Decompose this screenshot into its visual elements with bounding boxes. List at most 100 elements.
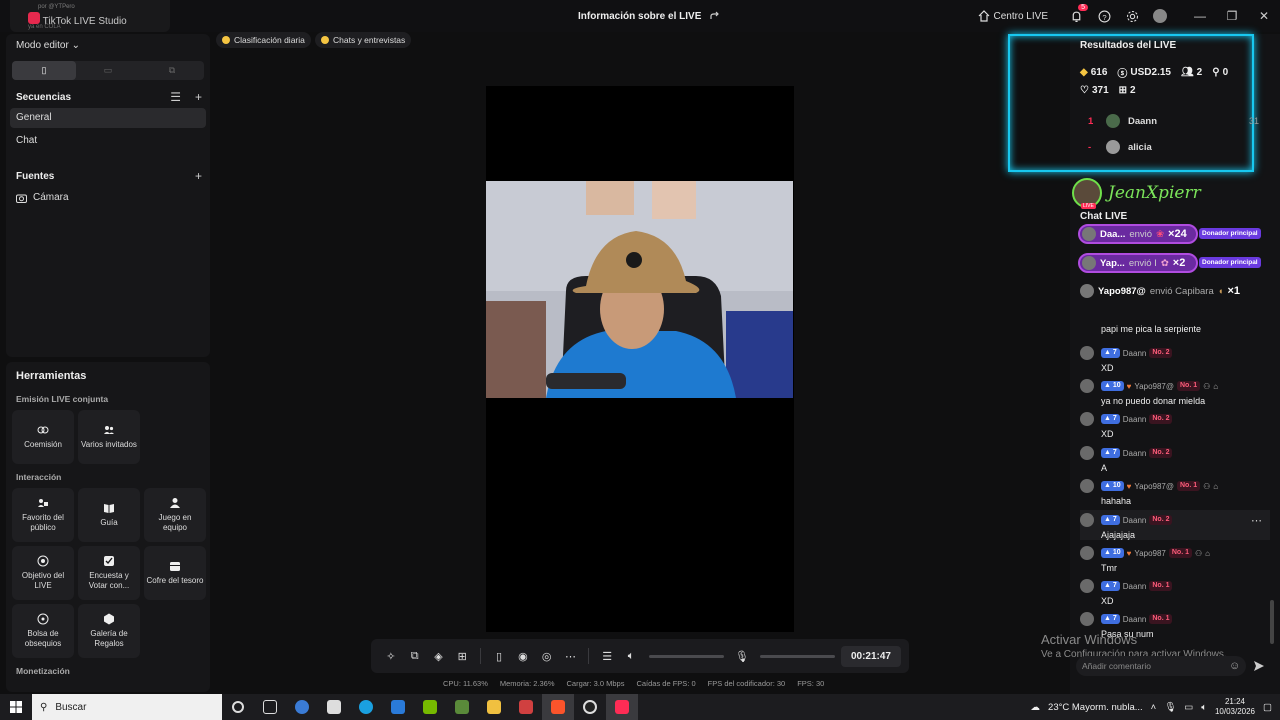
level-value: 10 [1112, 549, 1121, 556]
file-explorer-icon[interactable] [478, 694, 510, 720]
camera-toggle-icon[interactable]: ◎ [539, 648, 555, 664]
maximize-button[interactable]: ❐ [1216, 0, 1248, 32]
sequence-chat[interactable]: Chat [10, 131, 206, 151]
tool-coemision[interactable]: Coemisión [12, 410, 74, 464]
gift-notification[interactable]: Yapo987@ envió Capibara ◖ ×1 [1080, 284, 1240, 298]
tool-favorito[interactable]: Favorito del público [12, 488, 74, 542]
centro-live-button[interactable]: Centro LIVE [978, 10, 1048, 22]
chat-message[interactable]: ▲ 7 Daann No. 2 XD [1080, 346, 1270, 373]
chip-chats[interactable]: Chats y entrevistas [315, 32, 412, 48]
help-icon[interactable]: ? [1096, 8, 1112, 24]
effects-icon[interactable]: ◈ [431, 648, 447, 664]
tool-objetivo[interactable]: Objetivo del LIVE [12, 546, 74, 600]
minecraft-app-icon[interactable] [446, 694, 478, 720]
settings-sliders-icon[interactable]: ☰ [599, 648, 615, 664]
usd-stat: ⓢ USD2.15 [1117, 65, 1171, 80]
phone-icon[interactable]: ▯ [491, 648, 507, 664]
store-app-icon[interactable] [318, 694, 350, 720]
group-label-joint: Emisión LIVE conjunta [16, 394, 109, 404]
tool-juego-equipo[interactable]: Juego en equipo [144, 488, 206, 542]
send-icon[interactable] [1253, 660, 1265, 672]
cortana-icon[interactable] [222, 694, 254, 720]
dual-layout-button[interactable]: ⧉ [140, 61, 204, 80]
tool-guia[interactable]: Guía [78, 488, 140, 542]
weather-text[interactable]: 23°C Mayorm. nubla... [1048, 702, 1143, 713]
team-icon: ⚇ [1203, 381, 1211, 391]
sequence-general[interactable]: General [10, 108, 206, 128]
task-view-icon[interactable] [254, 694, 286, 720]
clock[interactable]: 21:24 10/03/2026 [1215, 697, 1255, 717]
landscape-button[interactable]: ▭ [76, 61, 140, 80]
speaker-icon[interactable]: 🔈︎ [623, 648, 639, 664]
tool-galeria[interactable]: Galería de Regalos [78, 604, 140, 658]
chat-bubble-icon [321, 36, 329, 44]
more-options-icon[interactable]: ⋯ [1251, 514, 1262, 527]
portrait-button[interactable]: ▯ [12, 61, 76, 80]
gift-action: envió Capibara [1149, 285, 1214, 297]
more-icon[interactable]: ⋯ [563, 648, 579, 664]
ranking-name: alicia [1128, 141, 1152, 153]
tool-cofre[interactable]: Cofre del tesoro [144, 546, 206, 600]
add-source-button[interactable]: + [195, 169, 202, 183]
tools-panel: Herramientas Emisión LIVE conjunta Coemi… [6, 362, 210, 692]
speedometer-app-icon[interactable] [286, 694, 318, 720]
chat-message[interactable]: ▲ 10 ♥ Yapo987@ No. 1 ⚇ ⌂ ya no puedo donar m… [1080, 379, 1270, 406]
chat-message[interactable]: ▲ 7 Daann No. 2 XD [1080, 412, 1270, 439]
add-source-icon[interactable]: ⊞ [454, 648, 470, 664]
chat-message[interactable]: ▲ 10 ♥ Yapo987 No. 1 ⚇ ⌂ Tmr [1080, 546, 1270, 573]
minimize-button[interactable]: — [1184, 0, 1216, 32]
volume-icon[interactable]: 🔈︎ [1201, 702, 1207, 713]
tool-encuesta[interactable]: Encuesta y Votar con... [78, 546, 140, 600]
microphone-icon[interactable]: 🎙︎ [734, 648, 750, 664]
level-badge: ▲ 7 [1101, 414, 1120, 424]
microphone-tray-icon[interactable]: 🎙︎ [1164, 702, 1176, 713]
ranking-row[interactable]: 1 Daann [1088, 114, 1157, 128]
home-icon [978, 10, 989, 22]
record-icon[interactable]: ◉ [515, 648, 531, 664]
gift-notification[interactable]: Yap... envió I ✿ ×2 [1078, 253, 1198, 273]
profile-avatar[interactable] [1152, 8, 1168, 24]
chat-message[interactable]: ▲ 7 Daann No. 2 ⋯ Ajajajaja [1080, 510, 1270, 540]
live-info-button[interactable]: Información sobre el LIVE [578, 10, 721, 22]
tiktok-live-studio-icon[interactable] [606, 694, 638, 720]
app-icon[interactable] [510, 694, 542, 720]
add-sequence-button[interactable]: + [195, 90, 202, 104]
mail-app-icon[interactable] [382, 694, 414, 720]
bell-icon[interactable]: 5 [1068, 4, 1088, 24]
taskbar-search[interactable]: ⚲ Buscar [32, 694, 222, 720]
notifications-icon[interactable]: ▢ [1263, 702, 1272, 713]
tool-varios-invitados[interactable]: Varios invitados [78, 410, 140, 464]
brave-browser-icon[interactable] [542, 694, 574, 720]
chat-message[interactable]: ▲ 7 Daann No. 2 A [1080, 446, 1270, 473]
editor-mode-dropdown[interactable]: Modo editor ⌄ [16, 40, 80, 51]
chat-message[interactable]: papi me pica la serpiente [1080, 320, 1270, 334]
chip-ranking[interactable]: Clasificación diaria [216, 32, 311, 48]
chat-message[interactable]: ▲ 10 ♥ Yapo987@ No. 1 ⚇ ⌂ hahaha [1080, 479, 1270, 506]
obs-app-icon[interactable] [574, 694, 606, 720]
layout-icon[interactable]: ⧉ [407, 648, 423, 664]
chat-scrollbar[interactable] [1270, 600, 1274, 644]
emoji-icon[interactable]: ☺ [1229, 660, 1240, 672]
mic-volume-slider[interactable] [759, 654, 835, 658]
source-camera[interactable]: Cámara [16, 192, 69, 203]
gear-icon[interactable] [1124, 8, 1140, 24]
chat-message[interactable]: ▲ 7 Daann No. 1 XD [1080, 579, 1270, 606]
comment-input[interactable]: Añadir comentario [1076, 656, 1246, 676]
stat-upload: Cargar: 3.0 Mbps [566, 679, 625, 688]
edge-browser-icon[interactable] [350, 694, 382, 720]
chip-label: Chats y entrevistas [333, 35, 406, 45]
speaker-volume-slider[interactable] [648, 654, 725, 658]
list-icon[interactable]: ☰ [170, 90, 181, 104]
network-icon[interactable]: ▭ [1184, 702, 1193, 713]
rose-icon: ❀ [1156, 228, 1165, 240]
mini-notification[interactable]: por @YTPero TikTok LIVE Studio ya en COL… [10, 0, 170, 32]
nvidia-app-icon[interactable] [414, 694, 446, 720]
gift-notification[interactable]: Daa... envió ❀ ×24 [1078, 224, 1198, 244]
ranking-row[interactable]: - alicia [1088, 140, 1152, 154]
tool-bolsa[interactable]: Bolsa de obsequios [12, 604, 74, 658]
close-button[interactable]: ✕ [1248, 0, 1280, 32]
chevron-up-icon[interactable]: ˄ [1151, 702, 1157, 713]
magic-wand-icon[interactable]: ✧ [383, 648, 399, 664]
windows-start-button[interactable] [0, 694, 32, 720]
target-icon [37, 555, 49, 567]
